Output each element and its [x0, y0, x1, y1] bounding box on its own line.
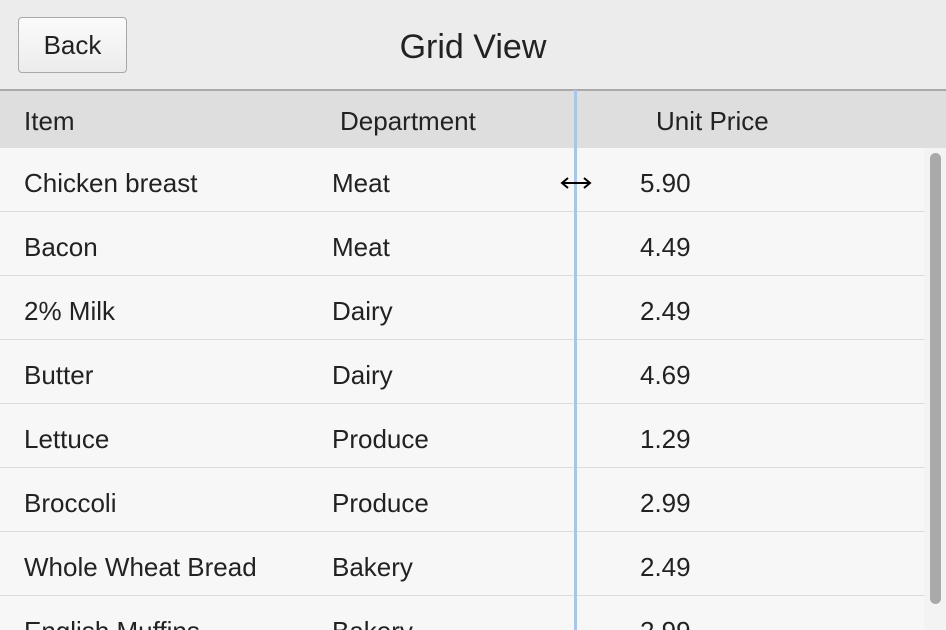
title-bar: Back Grid View: [0, 0, 946, 91]
column-resize-handle[interactable]: [574, 90, 577, 630]
cell-unit-price: 1.29: [640, 424, 691, 454]
back-button[interactable]: Back: [18, 17, 127, 73]
cell-department: Dairy: [332, 360, 393, 390]
cell-item: Broccoli: [24, 488, 117, 518]
cell-department: Bakery: [332, 596, 413, 630]
cell-department: Meat: [332, 168, 390, 198]
cell-unit-price: 2.99: [640, 488, 691, 518]
cell-item: Bacon: [24, 232, 98, 262]
table-row[interactable]: Lettuce Produce 1.29: [0, 404, 924, 468]
cell-item: English Muffins: [24, 596, 200, 630]
table-row[interactable]: Butter Dairy 4.69: [0, 340, 924, 404]
cell-item: Chicken breast: [24, 168, 198, 198]
cell-unit-price: 2.49: [640, 296, 691, 326]
cell-unit-price: 4.49: [640, 232, 691, 262]
cell-department: Meat: [332, 232, 390, 262]
page-title: Grid View: [399, 28, 547, 66]
column-header-unit-price[interactable]: Unit Price: [656, 91, 769, 148]
table-row[interactable]: English Muffins Bakery 2.99: [0, 596, 924, 630]
cell-item: Butter: [24, 360, 94, 390]
table-row[interactable]: Bacon Meat 4.49: [0, 212, 924, 276]
vertical-scrollbar-thumb[interactable]: [930, 153, 941, 604]
cell-unit-price: 2.99: [640, 596, 691, 630]
table-row[interactable]: Broccoli Produce 2.99: [0, 468, 924, 532]
grid-header-row: Item Department Unit Price: [0, 91, 946, 148]
cell-unit-price: 4.69: [640, 360, 691, 390]
cell-item: Lettuce: [24, 424, 110, 454]
grid-body[interactable]: Chicken breast Meat 5.90 Bacon Meat 4.49…: [0, 148, 924, 630]
cell-item: Whole Wheat Bread: [24, 552, 257, 582]
table-row[interactable]: 2% Milk Dairy 2.49: [0, 276, 924, 340]
cell-department: Bakery: [332, 552, 413, 582]
app-window: Back Grid View Item Department Unit Pric…: [0, 0, 946, 630]
column-header-department[interactable]: Department: [340, 91, 476, 148]
column-header-item[interactable]: Item: [24, 91, 75, 148]
cell-department: Produce: [332, 424, 429, 454]
table-row[interactable]: Whole Wheat Bread Bakery 2.49: [0, 532, 924, 596]
cell-department: Dairy: [332, 296, 393, 326]
cell-item: 2% Milk: [24, 296, 116, 326]
cell-unit-price: 2.49: [640, 552, 691, 582]
cell-unit-price: 5.90: [640, 168, 691, 198]
table-row[interactable]: Chicken breast Meat 5.90: [0, 148, 924, 212]
cell-department: Produce: [332, 488, 429, 518]
